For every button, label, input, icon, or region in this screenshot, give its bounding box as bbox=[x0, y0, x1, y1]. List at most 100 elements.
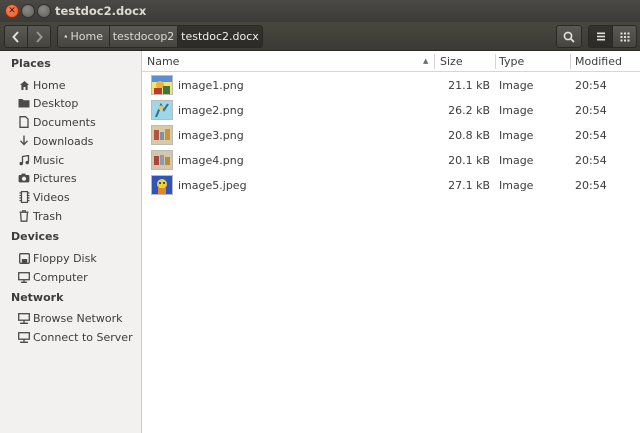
column-header-size[interactable]: Size bbox=[440, 51, 495, 72]
file-name: image5.jpeg bbox=[178, 179, 247, 192]
file-row[interactable]: image4.png 20.1 kB Image 20:54 bbox=[142, 148, 640, 173]
sidebar-item-videos[interactable]: Videos bbox=[18, 188, 70, 206]
file-type: Image bbox=[499, 129, 534, 142]
breadcrumb-testdocop2[interactable]: testdocop2 bbox=[109, 25, 178, 48]
camera-icon bbox=[18, 172, 30, 184]
sidebar: Places Home Desktop Documents Downloads … bbox=[0, 51, 142, 433]
image-thumbnail-icon bbox=[151, 175, 173, 195]
sidebar-item-label: Home bbox=[33, 78, 66, 92]
column-header-type[interactable]: Type bbox=[499, 51, 569, 72]
image-thumbnail-icon bbox=[151, 75, 173, 95]
breadcrumb-label: Home bbox=[70, 30, 103, 43]
file-name: image1.png bbox=[178, 79, 244, 92]
file-size: 21.1 kB bbox=[448, 79, 490, 92]
file-type: Image bbox=[499, 154, 534, 167]
title-bar: ✕ testdoc2.docx bbox=[0, 0, 640, 22]
breadcrumb-home[interactable]: Home bbox=[57, 25, 110, 48]
file-type: Image bbox=[499, 79, 534, 92]
file-modified: 20:54 bbox=[575, 79, 607, 92]
column-header-label: Type bbox=[499, 55, 525, 68]
file-size: 20.1 kB bbox=[448, 154, 490, 167]
toolbar: Home testdocop2 testdoc2.docx bbox=[0, 22, 640, 51]
sidebar-item-label: Music bbox=[33, 153, 65, 167]
search-button[interactable] bbox=[556, 25, 582, 48]
search-icon bbox=[563, 31, 575, 43]
back-button[interactable] bbox=[4, 25, 28, 48]
file-size: 20.8 kB bbox=[448, 129, 490, 142]
column-header-row: Name ▲ Size Type Modified bbox=[142, 51, 640, 72]
sidebar-item-connect-to-server[interactable]: Connect to Server bbox=[18, 328, 133, 346]
file-size: 26.2 kB bbox=[448, 104, 490, 117]
file-modified: 20:54 bbox=[575, 129, 607, 142]
sort-ascending-icon: ▲ bbox=[423, 57, 429, 65]
sidebar-item-label: Pictures bbox=[33, 171, 77, 185]
sidebar-item-label: Connect to Server bbox=[33, 330, 133, 344]
file-row[interactable]: image5.jpeg 27.1 kB Image 20:54 bbox=[142, 173, 640, 198]
chevron-right-icon bbox=[36, 30, 43, 43]
sidebar-item-label: Downloads bbox=[33, 134, 94, 148]
list-view-icon bbox=[596, 32, 605, 41]
trash-icon bbox=[18, 210, 30, 222]
minimize-window-button[interactable] bbox=[21, 4, 35, 18]
sidebar-item-home[interactable]: Home bbox=[18, 76, 65, 94]
sidebar-item-pictures[interactable]: Pictures bbox=[18, 169, 77, 187]
window-title: testdoc2.docx bbox=[55, 4, 147, 18]
sidebar-item-label: Computer bbox=[33, 270, 88, 284]
breadcrumb-current[interactable]: testdoc2.docx bbox=[177, 25, 263, 48]
document-icon bbox=[18, 116, 30, 128]
breadcrumb-label: testdoc2.docx bbox=[181, 30, 259, 43]
file-row[interactable]: image3.png 20.8 kB Image 20:54 bbox=[142, 123, 640, 148]
network-icon bbox=[18, 312, 30, 324]
grid-view-icon bbox=[620, 32, 629, 41]
file-modified: 20:54 bbox=[575, 104, 607, 117]
sidebar-item-label: Documents bbox=[33, 115, 96, 129]
sidebar-item-browse-network[interactable]: Browse Network bbox=[18, 309, 122, 327]
column-header-label: Size bbox=[440, 55, 463, 68]
column-divider bbox=[495, 54, 496, 69]
folder-icon bbox=[18, 97, 30, 109]
sidebar-item-label: Desktop bbox=[33, 96, 79, 110]
image-thumbnail-icon bbox=[151, 100, 173, 120]
sidebar-item-trash[interactable]: Trash bbox=[18, 207, 62, 225]
file-row[interactable]: image1.png 21.1 kB Image 20:54 bbox=[142, 73, 640, 98]
file-size: 27.1 kB bbox=[448, 179, 490, 192]
sidebar-item-floppy-disk[interactable]: Floppy Disk bbox=[18, 249, 97, 267]
file-type: Image bbox=[499, 179, 534, 192]
column-divider bbox=[434, 54, 435, 69]
sidebar-item-desktop[interactable]: Desktop bbox=[18, 94, 78, 112]
film-icon bbox=[18, 191, 30, 203]
sidebar-item-downloads[interactable]: Downloads bbox=[18, 132, 93, 150]
breadcrumb-label: testdocop2 bbox=[112, 30, 175, 43]
chevron-left-icon bbox=[12, 30, 19, 43]
column-header-label: Modified bbox=[575, 55, 622, 68]
file-modified: 20:54 bbox=[575, 154, 607, 167]
sidebar-item-documents[interactable]: Documents bbox=[18, 113, 96, 131]
sidebar-heading-network: Network bbox=[11, 291, 64, 304]
sidebar-item-computer[interactable]: Computer bbox=[18, 268, 88, 286]
column-header-name[interactable]: Name bbox=[147, 51, 432, 72]
close-window-button[interactable]: ✕ bbox=[5, 4, 19, 18]
file-name: image2.png bbox=[178, 104, 244, 117]
column-divider bbox=[570, 54, 571, 69]
file-name: image4.png bbox=[178, 154, 244, 167]
sidebar-item-label: Trash bbox=[33, 209, 63, 223]
music-icon bbox=[18, 154, 30, 166]
forward-button[interactable] bbox=[27, 25, 51, 48]
file-list: Name ▲ Size Type Modified image1.png 21.… bbox=[142, 51, 640, 433]
sidebar-item-music[interactable]: Music bbox=[18, 151, 64, 169]
file-name: image3.png bbox=[178, 129, 244, 142]
home-icon bbox=[18, 79, 30, 91]
column-header-modified[interactable]: Modified bbox=[575, 51, 640, 72]
floppy-icon bbox=[18, 252, 30, 264]
sidebar-item-label: Videos bbox=[33, 190, 70, 204]
file-row[interactable]: image2.png 26.2 kB Image 20:54 bbox=[142, 98, 640, 123]
image-thumbnail-icon bbox=[151, 125, 173, 145]
grid-view-button[interactable] bbox=[612, 25, 637, 48]
maximize-window-button[interactable] bbox=[37, 4, 51, 18]
sidebar-item-label: Browse Network bbox=[33, 311, 123, 325]
file-modified: 20:54 bbox=[575, 179, 607, 192]
file-type: Image bbox=[499, 104, 534, 117]
list-view-button[interactable] bbox=[588, 25, 613, 48]
download-icon bbox=[18, 135, 30, 147]
server-icon bbox=[18, 331, 30, 343]
